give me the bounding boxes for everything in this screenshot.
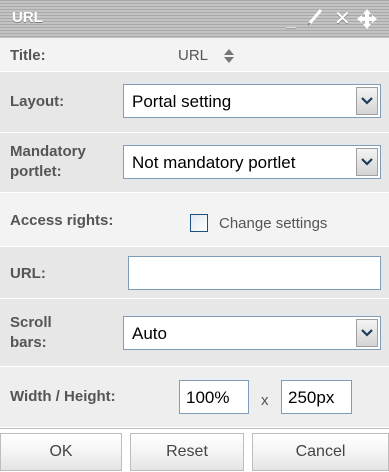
- scroll-selected-value: Auto: [132, 324, 167, 343]
- pencil-icon[interactable]: [306, 5, 328, 27]
- title-value: URL: [178, 47, 209, 64]
- mandatory-selected-value: Not mandatory portlet: [132, 153, 296, 172]
- chevron-down-icon[interactable]: [356, 87, 378, 115]
- close-button[interactable]: ✕: [334, 6, 351, 30]
- title-bar[interactable]: URL _ ✕: [0, 0, 389, 38]
- layout-selected-value: Portal setting: [132, 92, 232, 111]
- url-label: URL:: [10, 265, 46, 282]
- reset-button[interactable]: Reset: [130, 433, 244, 471]
- button-bar: OK Reset Cancel: [0, 428, 389, 472]
- url-row: URL:: [0, 247, 389, 299]
- access-rights-label: Access rights:: [10, 212, 114, 229]
- size-separator: x: [261, 392, 269, 409]
- cancel-button[interactable]: Cancel: [252, 433, 389, 471]
- scroll-label-line2: bars:: [10, 334, 47, 351]
- size-label: Width / Height:: [10, 388, 116, 405]
- mandatory-row: Mandatory portlet: Not mandatory portlet: [0, 133, 389, 193]
- layout-row: Layout: Portal setting: [0, 72, 389, 133]
- title-row: Title: URL: [0, 38, 389, 72]
- height-input[interactable]: 250px: [281, 380, 352, 414]
- scroll-bars-row: Scroll bars: Auto: [0, 299, 389, 367]
- url-portlet-dialog: URL _ ✕ Title: URL Layout: Portal settin…: [0, 0, 389, 472]
- scroll-label-line1: Scroll: [10, 314, 52, 331]
- access-rights-row: Access rights: Change settings: [0, 193, 389, 247]
- ok-button[interactable]: OK: [0, 433, 122, 471]
- updown-arrow-icon[interactable]: [223, 47, 235, 70]
- size-row: Width / Height: 100% x 250px: [0, 367, 389, 428]
- height-value: 250px: [288, 388, 335, 407]
- mandatory-select[interactable]: Not mandatory portlet: [123, 145, 381, 179]
- minimize-button[interactable]: _: [286, 10, 296, 32]
- change-settings-label[interactable]: Change settings: [219, 215, 327, 232]
- title-label: Title:: [10, 47, 46, 64]
- layout-label: Layout:: [10, 93, 65, 110]
- width-value: 100%: [186, 388, 230, 407]
- mandatory-label-line2: portlet:: [10, 163, 62, 180]
- mandatory-label-line1: Mandatory: [10, 143, 86, 160]
- move-icon[interactable]: [356, 8, 378, 30]
- window-title: URL: [12, 9, 43, 26]
- chevron-down-icon[interactable]: [356, 148, 378, 176]
- scroll-bars-select[interactable]: Auto: [123, 316, 381, 350]
- layout-select[interactable]: Portal setting: [123, 84, 381, 118]
- width-input[interactable]: 100%: [179, 380, 249, 414]
- change-settings-checkbox[interactable]: [190, 214, 208, 232]
- chevron-down-icon[interactable]: [356, 319, 378, 347]
- url-input[interactable]: [128, 256, 381, 290]
